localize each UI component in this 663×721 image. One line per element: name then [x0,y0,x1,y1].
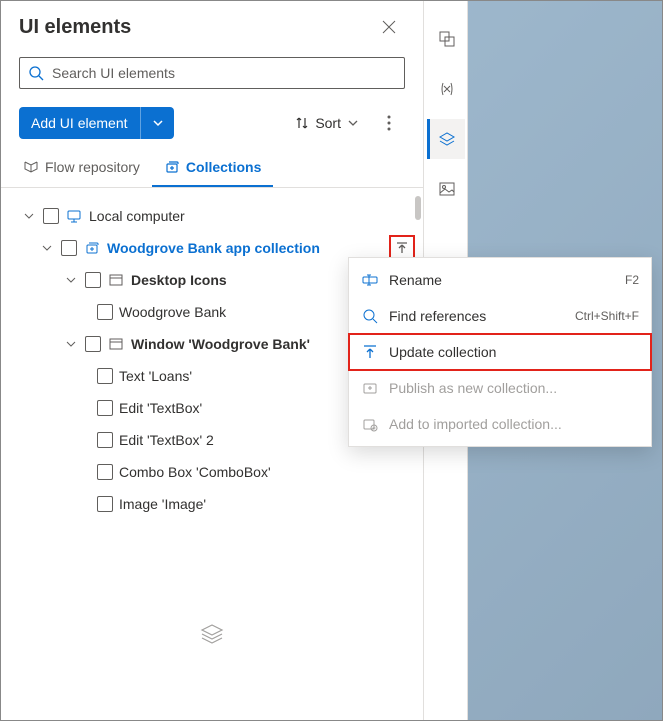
tab-flow-label: Flow repository [45,159,140,175]
tree-label: Woodgrove Bank app collection [107,240,383,256]
rail-item-ui-elements[interactable] [427,119,465,159]
window-icon [108,272,124,288]
context-menu: Rename F2 Find references Ctrl+Shift+F U… [348,257,652,447]
menu-label: Update collection [389,344,639,360]
checkbox[interactable] [97,464,113,480]
tab-flow-repository[interactable]: Flow repository [11,149,152,187]
search-box[interactable] [19,57,405,89]
tree-label: Local computer [89,208,415,224]
panel-title: UI elements [19,16,131,39]
chevron-down-icon [41,242,53,254]
rail-item-variables[interactable] [427,69,465,109]
tree-label: Combo Box 'ComboBox' [119,464,415,480]
checkbox[interactable] [97,368,113,384]
rail-item-images[interactable] [427,169,465,209]
collections-icon [164,159,180,175]
empty-placeholder [1,520,423,720]
tree-node-image[interactable]: Image 'Image' [1,488,423,520]
menu-label: Find references [389,308,565,324]
checkbox[interactable] [85,336,101,352]
chevron-down-icon [347,117,359,129]
tree-node-local-computer[interactable]: Local computer [1,200,423,232]
layers-icon [198,620,226,648]
checkbox[interactable] [97,304,113,320]
chevron-down-icon [65,338,77,350]
search-input[interactable] [50,64,396,82]
chevron-down-icon [65,274,77,286]
checkbox[interactable] [97,400,113,416]
tab-collections-label: Collections [186,159,261,175]
upload-icon [395,241,409,255]
sort-icon [295,116,309,130]
checkbox[interactable] [97,432,113,448]
checkbox[interactable] [61,240,77,256]
menu-item-publish: Publish as new collection... [349,370,651,406]
add-ui-element-button[interactable]: Add UI element [19,107,174,139]
menu-shortcut: Ctrl+Shift+F [575,309,639,323]
close-panel-button[interactable] [373,11,405,43]
collection-icon [84,240,100,256]
overlap-icon [438,30,456,48]
scrollbar-thumb[interactable] [415,196,421,220]
more-vertical-icon [387,115,391,131]
checkbox[interactable] [85,272,101,288]
menu-label: Add to imported collection... [389,416,639,432]
tree-label: Image 'Image' [119,496,415,512]
chevron-down-icon [23,210,35,222]
sort-label: Sort [315,115,341,131]
close-icon [382,20,396,34]
repository-icon [23,159,39,175]
layers-icon [438,130,456,148]
menu-shortcut: F2 [625,273,639,287]
variables-icon [438,80,456,98]
checkbox[interactable] [43,208,59,224]
tree-node-combobox[interactable]: Combo Box 'ComboBox' [1,456,423,488]
sort-button[interactable]: Sort [289,107,365,139]
menu-item-rename[interactable]: Rename F2 [349,262,651,298]
rail-item-overlap[interactable] [427,19,465,59]
add-ui-element-label: Add UI element [19,115,140,131]
chevron-down-icon [152,117,164,129]
window-icon [108,336,124,352]
computer-icon [66,208,82,224]
add-ui-element-split[interactable] [140,107,174,139]
rename-icon [362,272,378,288]
menu-label: Publish as new collection... [389,380,639,396]
menu-item-update-collection[interactable]: Update collection [349,334,651,370]
menu-item-add-to-imported: Add to imported collection... [349,406,651,442]
checkbox[interactable] [97,496,113,512]
menu-item-find-references[interactable]: Find references Ctrl+Shift+F [349,298,651,334]
more-button[interactable] [373,107,405,139]
tab-collections[interactable]: Collections [152,149,273,187]
menu-label: Rename [389,272,615,288]
image-icon [438,180,456,198]
publish-icon [362,380,378,396]
add-to-icon [362,416,378,432]
search-icon [362,308,378,324]
search-icon [28,65,44,81]
upload-icon [362,344,378,360]
